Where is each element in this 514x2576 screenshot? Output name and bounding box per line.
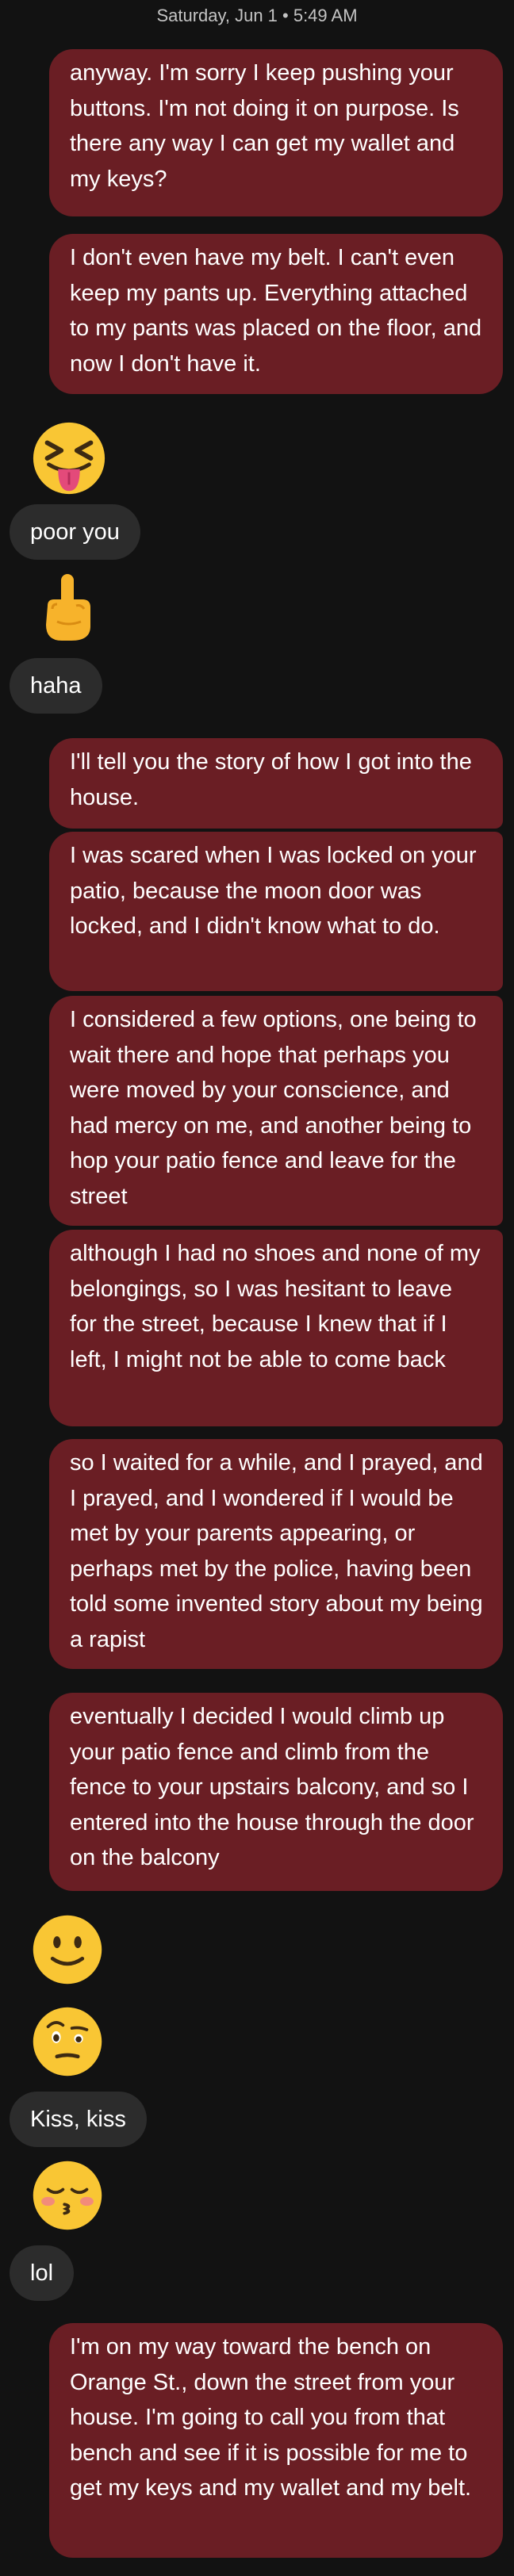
kissing-face-emoji[interactable] [30,2158,105,2233]
raised-eyebrow-face-emoji[interactable] [30,2004,105,2079]
outgoing-message[interactable]: I considered a few options, one being to… [49,996,503,1226]
message-text: although I had no shoes and none of my b… [70,1241,481,1372]
outgoing-message[interactable]: I'm on my way toward the bench on Orange… [49,2323,503,2558]
message-text: anyway. I'm sorry I keep pushing your bu… [70,60,459,192]
message-text: I'll tell you the story of how I got int… [70,749,472,810]
outgoing-message[interactable]: eventually I decided I would climb up yo… [49,1693,503,1891]
message-text: poor you [30,519,120,545]
message-text: I considered a few options, one being to… [70,1007,477,1209]
incoming-message[interactable]: haha [10,658,102,714]
squinting-tongue-icon [33,422,105,495]
squinting-tongue-emoji[interactable] [30,419,108,497]
outgoing-message[interactable]: although I had no shoes and none of my b… [49,1230,503,1426]
raised-eyebrow-face-icon [33,2007,102,2076]
middle-finger-emoji[interactable] [35,571,102,644]
message-text: I don't even have my belt. I can't even … [70,245,482,377]
message-text: I'm on my way toward the bench on Orange… [70,2334,472,2501]
message-text: Kiss, kiss [30,2107,126,2132]
message-text: I was scared when I was locked on your p… [70,843,477,939]
outgoing-message[interactable]: I'll tell you the story of how I got int… [49,738,503,829]
slightly-smiling-face-icon [33,1915,102,1985]
conversation-timestamp: Saturday, Jun 1 • 5:49 AM [156,6,358,25]
outgoing-message[interactable]: I was scared when I was locked on your p… [49,832,503,991]
kissing-face-icon [33,2161,102,2230]
slightly-smiling-face-emoji[interactable] [30,1912,105,1987]
message-text: lol [30,2260,54,2286]
outgoing-message[interactable]: I don't even have my belt. I can't even … [49,234,503,394]
message-text: so I waited for a while, and I prayed, a… [70,1450,483,1652]
outgoing-message[interactable]: so I waited for a while, and I prayed, a… [49,1439,503,1669]
incoming-message[interactable]: Kiss, kiss [10,2092,147,2147]
incoming-message[interactable]: poor you [10,504,140,560]
incoming-message[interactable]: lol [10,2245,75,2301]
outgoing-message[interactable]: anyway. I'm sorry I keep pushing your bu… [49,49,503,216]
message-text: eventually I decided I would climb up yo… [70,1704,474,1870]
middle-finger-icon [46,574,90,641]
message-text: haha [30,673,82,699]
